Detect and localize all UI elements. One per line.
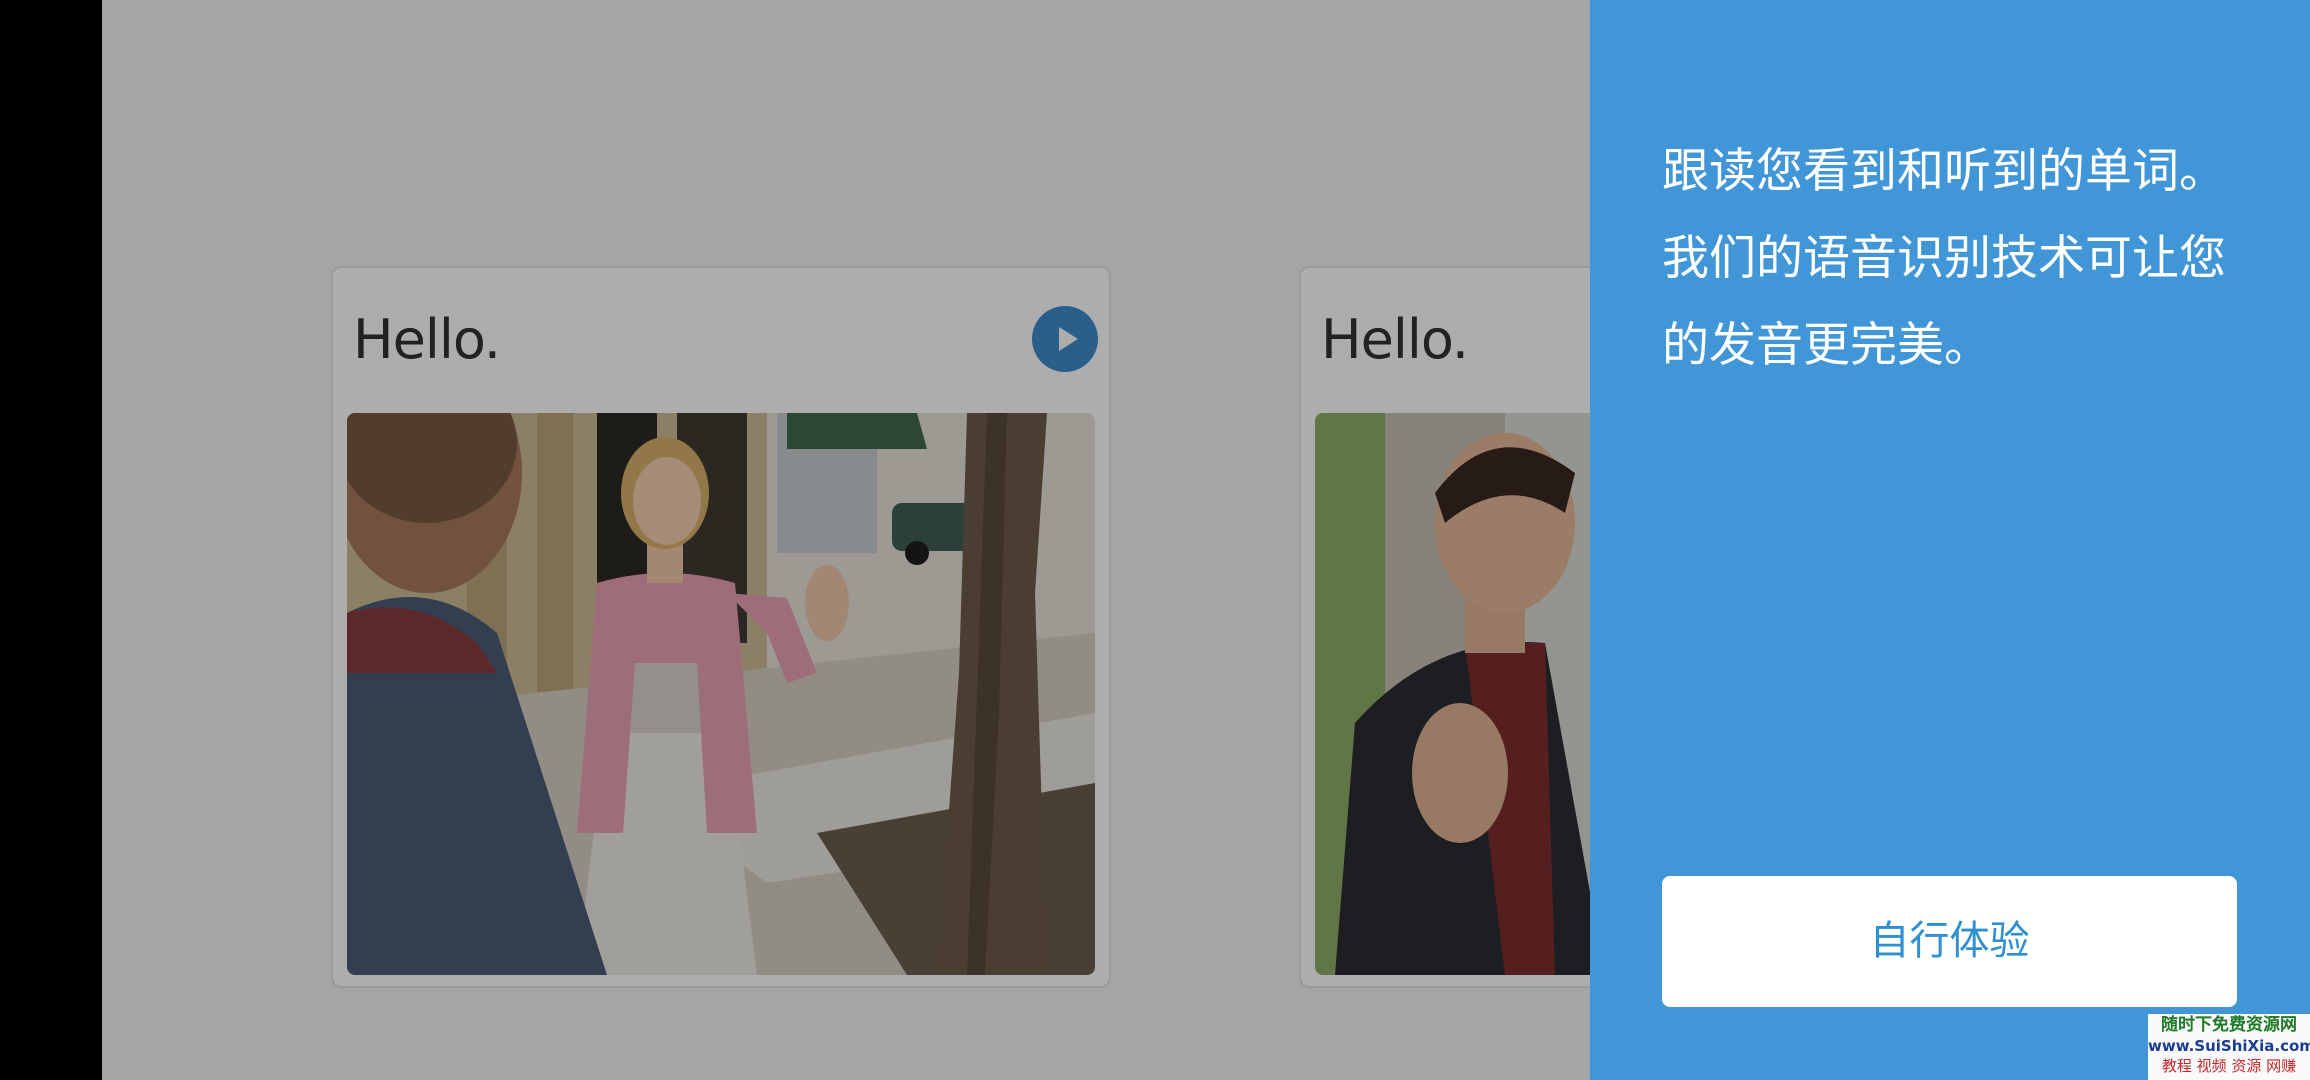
try-it-yourself-button[interactable]: 自行体验 [1662, 876, 2237, 1007]
watermark-title: 随时下免费资源网 [2161, 1015, 2297, 1035]
lesson-stage: Hello. Hello. [102, 0, 1590, 1080]
phrase-card[interactable]: Hello. [331, 266, 1111, 988]
play-icon [1059, 327, 1078, 351]
left-black-bar [0, 0, 102, 1080]
phrase-title: Hello. [1321, 308, 1469, 371]
phrase-title: Hello. [353, 308, 501, 371]
app-screen: Hello. Hello. 跟读您看到和听到的单词。 我们的语音识别技术可让您 … [0, 0, 2310, 1080]
phrase-card[interactable]: Hello. [1299, 266, 1590, 988]
watermark-url: www.SuiShiXia.com [2148, 1037, 2310, 1055]
coach-instructions: 跟读您看到和听到的单词。 我们的语音识别技术可让您 的发音更完美。 [1662, 128, 2262, 389]
coach-instruction-line: 我们的语音识别技术可让您 [1662, 231, 2226, 286]
coach-instruction-line: 跟读您看到和听到的单词。 [1662, 144, 2226, 199]
play-audio-button[interactable] [1032, 306, 1098, 372]
watermark-logo: 随时下免费资源网 www.SuiShiXia.com 教程 视频 资源 网赚 [2148, 1014, 2310, 1080]
coach-panel: 跟读您看到和听到的单词。 我们的语音识别技术可让您 的发音更完美。 自行体验 [1590, 0, 2310, 1080]
man-in-suit-waving-photo [1315, 413, 1590, 975]
woman-waving-on-street-photo [347, 413, 1095, 975]
coach-instruction-line: 的发音更完美。 [1662, 318, 1991, 373]
watermark-tagline: 教程 视频 资源 网赚 [2161, 1057, 2297, 1075]
